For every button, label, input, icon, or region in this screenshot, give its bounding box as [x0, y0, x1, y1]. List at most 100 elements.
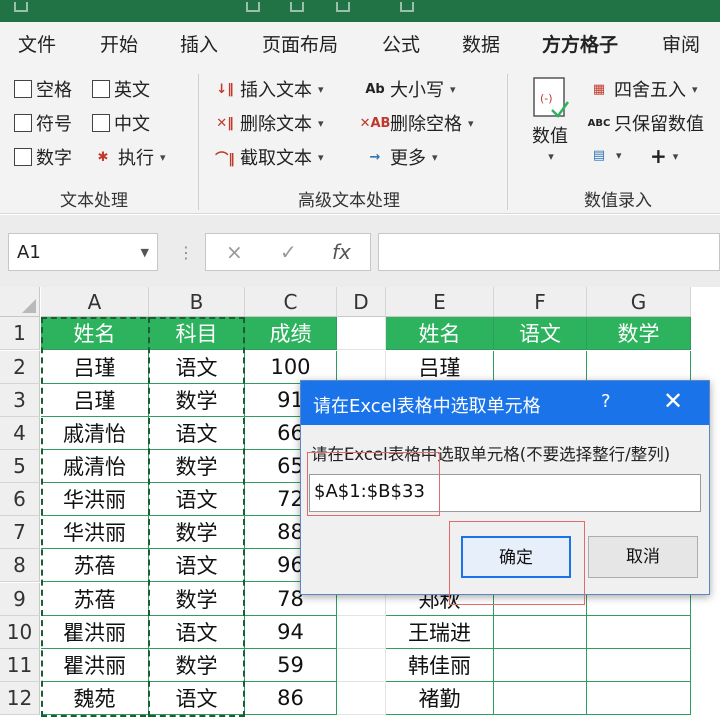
column-header[interactable]: B — [149, 287, 245, 317]
column-header[interactable]: A — [41, 287, 149, 317]
delete-space-button[interactable]: ✕AB 删除空格 ▾ — [360, 110, 474, 136]
delete-text-button[interactable]: ✕‖ 删除文本 ▾ — [214, 110, 323, 136]
tab-data[interactable]: 数据 — [462, 30, 500, 57]
drag-handle-icon[interactable]: ⋮ — [178, 243, 194, 262]
header-cell[interactable]: 科目 — [149, 317, 245, 350]
checkbox-english[interactable]: 英文 — [92, 76, 150, 102]
column-header[interactable]: E — [386, 287, 494, 317]
table-cell[interactable]: 数学 — [149, 450, 245, 483]
empty-cell[interactable] — [494, 616, 587, 649]
quick-access-icon[interactable] — [290, 2, 304, 12]
row-header[interactable]: 7 — [0, 516, 40, 549]
header-cell[interactable]: 语文 — [494, 317, 587, 350]
row-header[interactable]: 2 — [0, 351, 40, 384]
format-button[interactable]: ▤ ▾ — [588, 144, 622, 166]
formula-input[interactable] — [378, 233, 720, 271]
keep-value-button[interactable]: ABC 只保留数值 — [588, 110, 704, 136]
row-header[interactable]: 12 — [0, 682, 40, 715]
chevron-down-icon[interactable]: ▼ — [141, 246, 149, 259]
table-cell[interactable]: 数学 — [149, 516, 245, 549]
table-cell[interactable]: 华洪丽 — [41, 516, 149, 549]
checkbox-chinese[interactable]: 中文 — [92, 110, 150, 136]
table-cell[interactable]: 瞿洪丽 — [41, 616, 149, 649]
range-input[interactable]: $A$1:$B$33 — [309, 474, 701, 512]
table-cell[interactable]: 数学 — [149, 583, 245, 616]
empty-cell[interactable] — [337, 649, 386, 682]
empty-cell[interactable] — [494, 682, 587, 715]
cancel-button[interactable]: 取消 — [588, 536, 698, 578]
header-cell[interactable]: 姓名 — [386, 317, 494, 350]
table-cell[interactable]: 褚勤 — [386, 682, 494, 715]
fx-icon[interactable]: fx — [332, 240, 351, 264]
row-header[interactable]: 9 — [0, 583, 40, 616]
quick-access-icon[interactable] — [246, 2, 260, 12]
tab-formulas[interactable]: 公式 — [382, 30, 420, 57]
cancel-icon[interactable]: × — [226, 240, 243, 264]
column-header[interactable]: D — [337, 287, 386, 317]
empty-cell[interactable] — [337, 317, 386, 350]
table-cell[interactable]: 59 — [245, 649, 337, 682]
tab-insert[interactable]: 插入 — [180, 30, 218, 57]
empty-cell[interactable] — [337, 616, 386, 649]
table-cell[interactable]: 数学 — [149, 384, 245, 417]
empty-cell[interactable] — [587, 616, 691, 649]
table-cell[interactable]: 戚清怡 — [41, 417, 149, 450]
table-cell[interactable]: 苏蓓 — [41, 549, 149, 582]
value-button[interactable]: (-) 数值 ▾ — [530, 76, 570, 163]
empty-cell[interactable] — [494, 649, 587, 682]
execute-button[interactable]: ✱ 执行 ▾ — [92, 144, 166, 170]
table-cell[interactable]: 苏蓓 — [41, 583, 149, 616]
more-button[interactable]: → 更多 ▾ — [364, 144, 438, 170]
column-header[interactable]: C — [245, 287, 337, 317]
round-button[interactable]: ▦ 四舍五入 ▾ — [588, 76, 698, 102]
row-header[interactable]: 10 — [0, 616, 40, 649]
extract-text-button[interactable]: ⌒‖ 截取文本 ▾ — [214, 144, 323, 170]
row-header[interactable]: 4 — [0, 417, 40, 450]
table-cell[interactable]: 瞿洪丽 — [41, 649, 149, 682]
ok-button[interactable]: 确定 — [461, 536, 571, 578]
table-cell[interactable]: 语文 — [149, 417, 245, 450]
insert-text-button[interactable]: ↓‖ 插入文本 ▾ — [214, 76, 323, 102]
quick-access-icon[interactable] — [336, 2, 350, 12]
table-cell[interactable]: 韩佳丽 — [386, 649, 494, 682]
empty-cell[interactable] — [337, 682, 386, 715]
tab-file[interactable]: 文件 — [18, 30, 56, 57]
header-cell[interactable]: 姓名 — [41, 317, 149, 350]
table-cell[interactable]: 魏苑 — [41, 682, 149, 715]
checkbox-number[interactable]: 数字 — [14, 144, 72, 170]
checkbox-symbol[interactable]: 符号 — [14, 110, 72, 136]
name-box[interactable]: A1 ▼ — [8, 233, 158, 271]
table-cell[interactable]: 语文 — [149, 351, 245, 384]
empty-cell[interactable] — [587, 649, 691, 682]
save-icon[interactable] — [14, 2, 28, 12]
header-cell[interactable]: 数学 — [587, 317, 691, 350]
row-header[interactable]: 3 — [0, 384, 40, 417]
tab-review[interactable]: 审阅 — [662, 30, 700, 57]
table-cell[interactable]: 语文 — [149, 483, 245, 516]
table-cell[interactable]: 华洪丽 — [41, 483, 149, 516]
column-header[interactable]: F — [494, 287, 587, 317]
header-cell[interactable]: 成绩 — [245, 317, 337, 350]
table-cell[interactable]: 语文 — [149, 616, 245, 649]
case-button[interactable]: Ab 大小写 ▾ — [364, 76, 455, 102]
close-icon[interactable]: ✕ — [663, 387, 683, 415]
tab-fangfang[interactable]: 方方格子 — [542, 30, 619, 65]
table-cell[interactable]: 语文 — [149, 682, 245, 715]
table-cell[interactable]: 吕瑾 — [41, 351, 149, 384]
table-cell[interactable]: 语文 — [149, 549, 245, 582]
tab-page-layout[interactable]: 页面布局 — [262, 30, 338, 57]
select-all-corner[interactable] — [0, 287, 40, 317]
row-header[interactable]: 5 — [0, 450, 40, 483]
row-header[interactable]: 1 — [0, 317, 40, 350]
row-header[interactable]: 6 — [0, 483, 40, 516]
table-cell[interactable]: 数学 — [149, 649, 245, 682]
quick-access-icon[interactable] — [400, 2, 414, 12]
row-header[interactable]: 8 — [0, 549, 40, 582]
confirm-icon[interactable]: ✓ — [280, 240, 297, 264]
help-icon[interactable]: ? — [601, 391, 611, 412]
table-cell[interactable]: 86 — [245, 682, 337, 715]
table-cell[interactable]: 94 — [245, 616, 337, 649]
table-cell[interactable]: 吕瑾 — [41, 384, 149, 417]
table-cell[interactable]: 戚清怡 — [41, 450, 149, 483]
table-cell[interactable]: 王瑞进 — [386, 616, 494, 649]
